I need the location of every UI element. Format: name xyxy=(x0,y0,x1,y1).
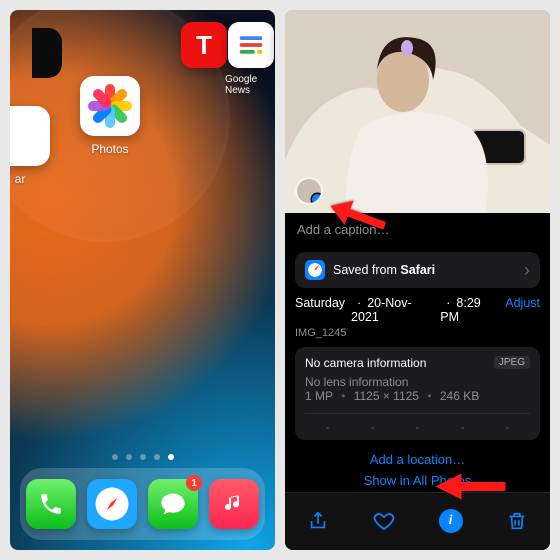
dimensions-label: 1125 × 1125 xyxy=(354,389,419,403)
annotation-arrow xyxy=(431,472,506,502)
photos-label: Photos xyxy=(91,142,128,156)
safari-icon xyxy=(305,260,325,280)
app-icon-t[interactable]: T xyxy=(178,22,230,68)
photo-info-screen: Add a caption… Saved from Safari › Satur… xyxy=(285,10,550,550)
favorite-button[interactable] xyxy=(366,503,402,539)
music-app[interactable] xyxy=(209,479,259,529)
filename-label: IMG_1245 xyxy=(295,327,540,339)
calendar-app-fragment: ar xyxy=(10,106,58,186)
photo-content xyxy=(285,10,550,213)
google-news-app[interactable]: Google News xyxy=(225,22,275,96)
saved-from-text: Saved from Safari xyxy=(333,263,435,277)
format-badge: JPEG xyxy=(494,356,530,369)
photo-date: 20-Nov-2021 xyxy=(351,296,434,324)
exif-row: ----- xyxy=(305,413,530,434)
no-camera-label: No camera information xyxy=(305,356,426,370)
photo-preview[interactable] xyxy=(285,10,550,213)
messages-app[interactable]: 1 xyxy=(148,479,198,529)
metadata-header: Saturday 20-Nov-2021 8:29 PM Adjust IMG_… xyxy=(295,296,540,339)
share-button[interactable] xyxy=(300,503,336,539)
photo-day: Saturday xyxy=(295,296,345,310)
bottom-toolbar: i xyxy=(285,492,550,550)
info-icon: i xyxy=(439,509,463,533)
saved-from-card[interactable]: Saved from Safari › xyxy=(295,252,540,288)
delete-button[interactable] xyxy=(499,503,535,539)
dock: 1 xyxy=(20,468,265,540)
partial-app-icon xyxy=(32,28,62,80)
camera-info-card: No camera information JPEG No lens infor… xyxy=(295,347,540,440)
safari-app[interactable] xyxy=(87,479,137,529)
messages-badge: 1 xyxy=(186,475,202,491)
phone-app[interactable] xyxy=(26,479,76,529)
photos-icon xyxy=(88,84,132,128)
adjust-button[interactable]: Adjust xyxy=(505,296,540,310)
megapixel-label: 1 MP xyxy=(305,389,333,403)
page-indicator[interactable] xyxy=(10,454,275,460)
home-screen: T Google News G ar Photos xyxy=(10,10,275,550)
google-news-label: Google News xyxy=(225,74,275,96)
photo-time: 8:29 PM xyxy=(440,296,499,324)
show-in-all-photos-button[interactable]: Show in All Photos xyxy=(285,471,550,492)
photos-app[interactable]: Photos xyxy=(72,76,148,156)
info-button[interactable]: i xyxy=(433,503,469,539)
people-badge[interactable] xyxy=(295,177,323,205)
add-location-button[interactable]: Add a location… xyxy=(285,440,550,471)
no-lens-label: No lens information xyxy=(305,375,408,389)
chevron-right-icon: › xyxy=(524,261,530,279)
filesize-label: 246 KB xyxy=(440,389,479,403)
